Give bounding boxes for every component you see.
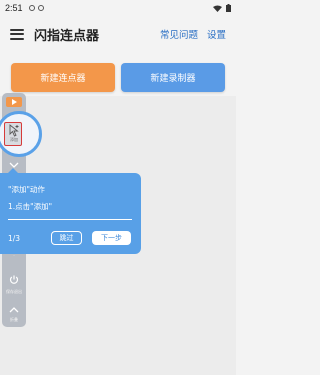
app-bar: 闪指连点器 常见问题 设置 [0, 18, 236, 50]
power-icon [9, 275, 19, 284]
tutorial-tooltip: "添加"动作 1.点击"添加" 1/3 跳过 下一步 [0, 168, 141, 254]
play-button[interactable] [6, 97, 22, 107]
tooltip-arrow [8, 168, 18, 173]
system-icons [213, 4, 231, 12]
app-actions: 常见问题 设置 [160, 27, 226, 41]
settings-link[interactable]: 设置 [207, 27, 226, 41]
save-exit-label: 保存退出 [6, 289, 22, 294]
wifi-icon [213, 5, 222, 12]
new-recorder-button[interactable]: 新建录制器 [121, 63, 225, 92]
tooltip-title: "添加"动作 [8, 185, 45, 194]
add-button[interactable]: 添加 [4, 122, 22, 146]
collapse-button[interactable]: 折叠 [4, 298, 24, 323]
chevron-up-icon [9, 307, 19, 313]
faq-link[interactable]: 常见问题 [160, 27, 198, 41]
status-time: 2:51 [5, 3, 23, 13]
battery-icon [226, 4, 231, 12]
skip-button[interactable]: 跳过 [51, 231, 82, 245]
tooltip-divider [8, 219, 132, 220]
tap-pointer-icon [9, 124, 19, 137]
collapse-label: 折叠 [10, 317, 18, 322]
navigation-bar [0, 353, 236, 375]
notification-icon [28, 5, 35, 11]
next-button[interactable]: 下一步 [92, 231, 131, 245]
notification-icons [28, 5, 44, 11]
menu-icon[interactable] [10, 28, 24, 40]
app-title: 闪指连点器 [34, 28, 100, 44]
tooltip-step: 1.点击"添加" [8, 202, 53, 211]
add-label: 添加 [10, 137, 18, 142]
notification-icon [37, 5, 44, 11]
new-clicker-button[interactable]: 新建连点器 [11, 63, 115, 92]
status-bar: 2:51 [0, 0, 236, 16]
save-exit-button[interactable]: 保存退出 [4, 270, 24, 295]
tooltip-counter: 1/3 [8, 234, 21, 243]
